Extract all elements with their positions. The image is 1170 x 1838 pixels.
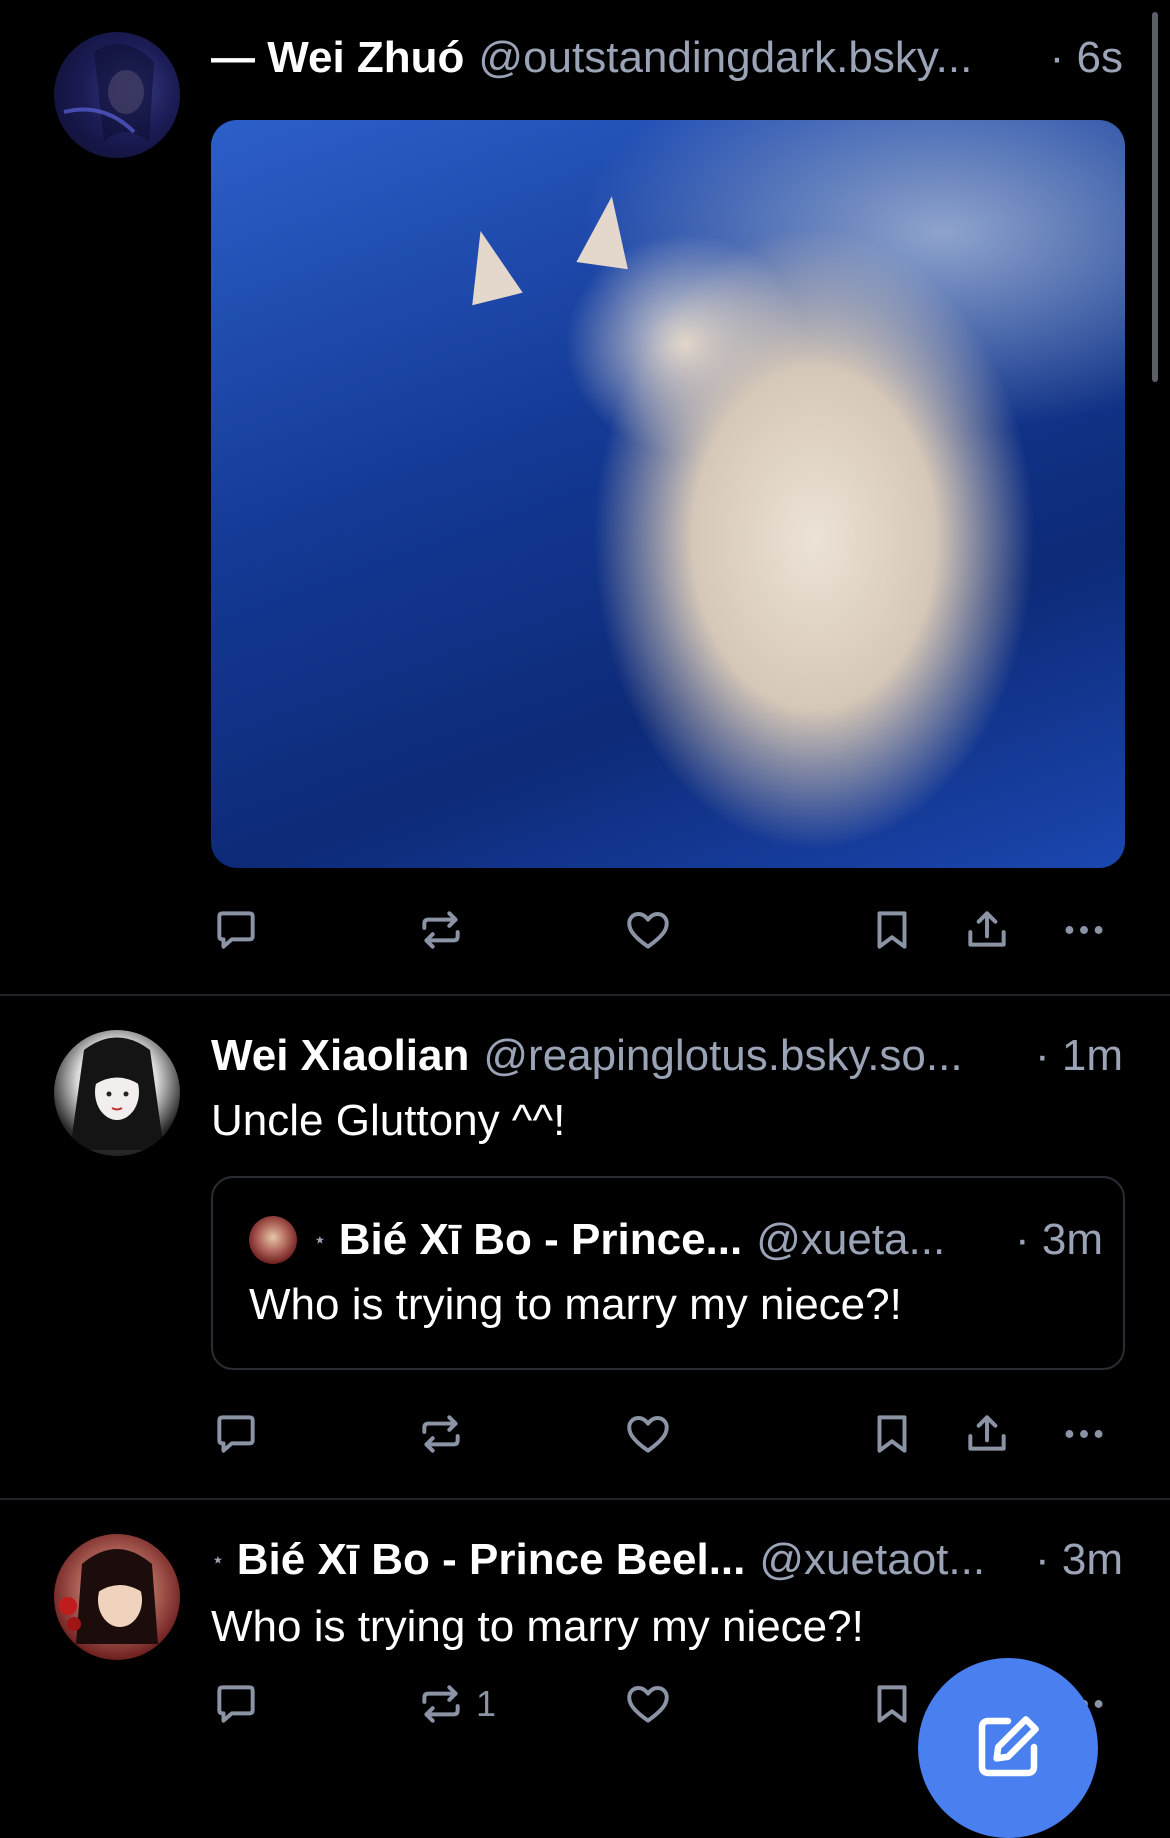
author-handle[interactable]: @reapinglotus.bsky.so... [483,1031,1025,1081]
bookmark-button[interactable] [867,1674,917,1734]
post-actions [211,900,1125,960]
share-icon [968,911,1006,947]
quote-text: Who is trying to marry my niece?! [249,1280,902,1329]
quote-author-handle: @xueta... [756,1215,946,1264]
author-name[interactable]: — Wei Zhuó [211,33,464,83]
share-icon [968,1415,1006,1451]
quote-author-name: Bié Xī Bo - Prince... [338,1215,743,1264]
reply-icon [217,1415,255,1453]
post-header: Wei Xiaolian @reapinglotus.bsky.so... · … [211,1026,1123,1086]
avatar[interactable] [54,32,180,158]
bookmark-icon [877,1415,907,1453]
author-handle[interactable]: @outstandingdark.bsky... [478,33,1039,83]
feed: — Wei Zhuó @outstandingdark.bsky... · 6s [0,0,1170,1838]
post-actions [211,1404,1125,1464]
compose-icon [978,1716,1039,1777]
like-icon [627,1685,669,1723]
quote-time: · 3m [1015,1215,1103,1264]
like-icon [627,1415,669,1453]
like-button[interactable] [623,1674,673,1734]
quoted-post[interactable]: ⋆ Bié Xī Bo - Prince... @xueta... · 3m W… [211,1176,1125,1370]
quote-header: ⋆ Bié Xī Bo - Prince... @xueta... · 3m [313,1210,1103,1270]
repost-icon [422,911,460,949]
post-time[interactable]: · 6s [1050,33,1123,83]
reply-icon [217,1685,255,1723]
repost-button[interactable] [416,900,466,960]
like-button[interactable] [623,900,673,960]
more-button[interactable] [1059,1404,1109,1464]
reply-icon [217,911,255,949]
more-button[interactable] [1059,900,1109,960]
cat-ear [576,192,638,270]
share-button[interactable] [962,900,1012,960]
share-button[interactable] [962,1404,1012,1464]
repost-button[interactable]: 1 [416,1674,496,1734]
bookmark-icon [877,911,907,949]
author-name[interactable]: Bié Xī Bo - Prince Beel... [237,1535,746,1585]
post-text: Uncle Gluttony ^^! [211,1096,566,1145]
cat-ear [455,224,523,306]
reply-button[interactable] [211,1674,261,1734]
more-icon [1065,926,1103,934]
reply-button[interactable] [211,900,261,960]
star-icon: ⋆ [211,1547,225,1572]
bookmark-icon [877,1685,907,1723]
post-time[interactable]: · 3m [1035,1535,1123,1585]
repost-count: 1 [476,1683,497,1724]
scrollbar[interactable] [1152,12,1158,382]
avatar[interactable] [54,1534,180,1660]
avatar[interactable] [54,1030,180,1156]
quote-avatar[interactable] [249,1216,297,1264]
bookmark-button[interactable] [867,900,917,960]
post-header: — Wei Zhuó @outstandingdark.bsky... · 6s [211,28,1123,88]
repost-button[interactable] [416,1404,466,1464]
author-name[interactable]: Wei Xiaolian [211,1031,469,1081]
post-header: ⋆ Bié Xī Bo - Prince Beel... @xuetaot...… [211,1530,1123,1590]
author-handle[interactable]: @xuetaot... [759,1535,1025,1585]
more-icon [1065,1430,1103,1438]
repost-icon [422,1685,460,1723]
repost-icon [422,1415,460,1453]
post-text: Who is trying to marry my niece?! [211,1602,864,1651]
post-time[interactable]: · 1m [1035,1031,1123,1081]
cat-gif[interactable] [211,120,1125,868]
bookmark-button[interactable] [867,1404,917,1464]
post-wei-zhuo[interactable]: — Wei Zhuó @outstandingdark.bsky... · 6s [0,0,1170,994]
star-icon: ⋆ [313,1227,327,1252]
like-button[interactable] [623,1404,673,1464]
post-wei-xiaolian[interactable]: Wei Xiaolian @reapinglotus.bsky.so... · … [0,996,1170,1498]
compose-button[interactable] [918,1658,1098,1838]
reply-button[interactable] [211,1404,261,1464]
like-icon [627,911,669,949]
